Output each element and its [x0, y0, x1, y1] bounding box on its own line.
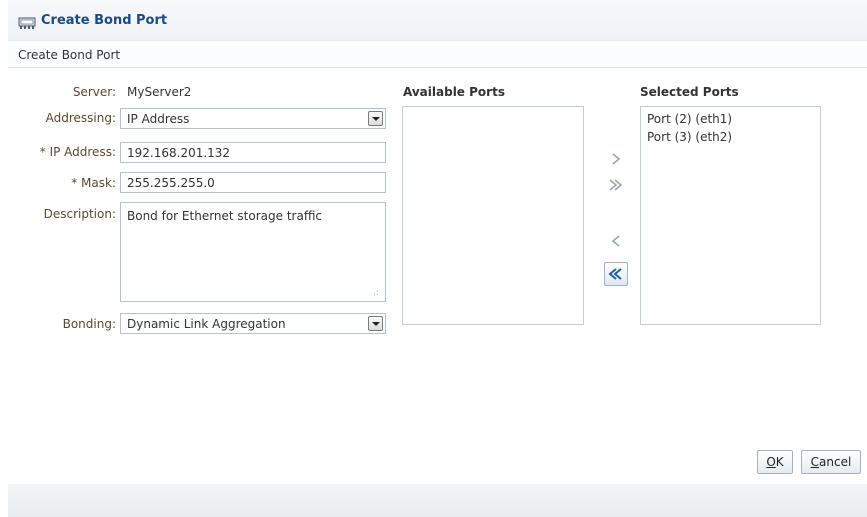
- ok-label-rest: K: [775, 455, 784, 469]
- resize-grip-icon[interactable]: .:: [373, 289, 381, 298]
- chevron-down-icon[interactable]: [368, 111, 383, 126]
- mask-value: 255.255.255.0: [127, 176, 215, 190]
- move-all-left-icon: [608, 268, 622, 280]
- available-ports-list[interactable]: [402, 106, 584, 325]
- mask-label: * Mask:: [71, 176, 116, 190]
- move-right-icon: [612, 153, 621, 165]
- dialog-footer: [8, 484, 867, 517]
- move-all-right-icon: [609, 179, 623, 191]
- addressing-label: Addressing:: [45, 111, 116, 125]
- list-item[interactable]: Port (2) (eth1): [641, 110, 820, 128]
- move-all-right-button[interactable]: [604, 173, 628, 197]
- section-title: Create Bond Port: [18, 48, 121, 62]
- create-bond-port-dialog: Create Bond Port Create Bond Port Server…: [0, 0, 867, 517]
- cancel-button[interactable]: Cancel: [801, 450, 861, 474]
- move-left-button[interactable]: [604, 229, 628, 253]
- selected-ports-list[interactable]: Port (2) (eth1) Port (3) (eth2): [640, 106, 821, 325]
- ok-mnemonic: O: [766, 455, 776, 469]
- list-item[interactable]: Port (3) (eth2): [641, 128, 820, 146]
- cancel-label-rest: ancel: [819, 455, 852, 469]
- description-value: Bond for Ethernet storage traffic: [127, 209, 323, 223]
- move-left-icon: [611, 235, 620, 247]
- description-label: Description:: [43, 207, 116, 221]
- description-textarea[interactable]: Bond for Ethernet storage traffic .:: [120, 202, 386, 302]
- selected-ports-header: Selected Ports: [640, 85, 739, 99]
- addressing-select[interactable]: IP Address: [120, 108, 386, 129]
- bonding-selected-value: Dynamic Link Aggregation: [127, 317, 286, 331]
- addressing-selected-value: IP Address: [127, 112, 190, 126]
- bond-port-icon: [18, 17, 36, 29]
- server-label: Server:: [72, 85, 116, 99]
- ip-address-label: * IP Address:: [39, 145, 116, 159]
- bonding-label: Bonding:: [62, 317, 116, 331]
- section-header: Create Bond Port: [8, 40, 867, 68]
- chevron-down-icon[interactable]: [368, 316, 383, 331]
- server-value: MyServer2: [127, 85, 192, 99]
- ip-address-value: 192.168.201.132: [127, 146, 231, 160]
- move-all-left-button[interactable]: [604, 262, 628, 286]
- dialog-titlebar: Create Bond Port: [8, 0, 867, 40]
- dialog-title: Create Bond Port: [41, 13, 168, 28]
- bonding-select[interactable]: Dynamic Link Aggregation: [120, 313, 386, 334]
- move-right-button[interactable]: [604, 147, 628, 171]
- ok-button[interactable]: OK: [757, 450, 793, 474]
- available-ports-header: Available Ports: [403, 85, 505, 99]
- mask-field[interactable]: 255.255.255.0: [120, 172, 386, 193]
- cancel-mnemonic: C: [810, 455, 820, 469]
- ip-address-field[interactable]: 192.168.201.132: [120, 142, 386, 163]
